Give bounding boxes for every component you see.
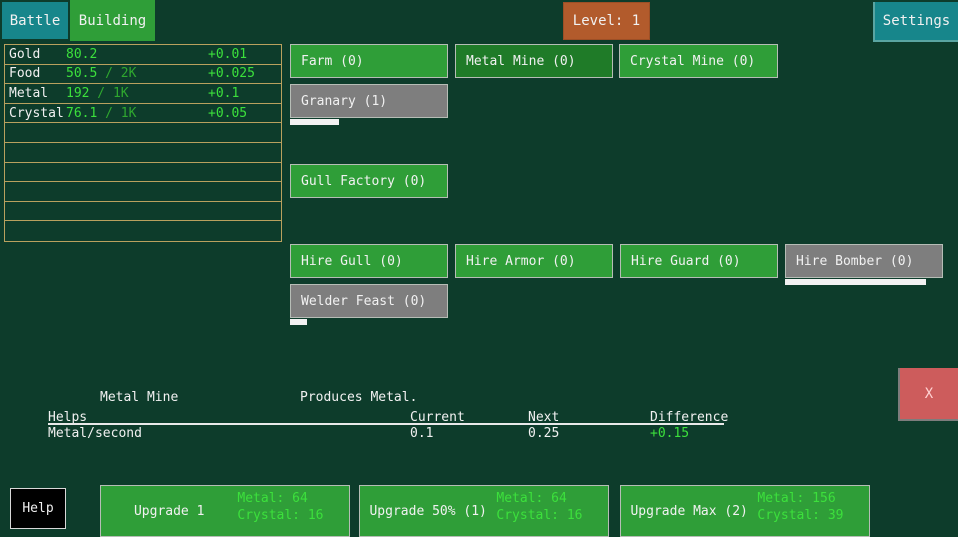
upgrade-1-crystal-cost: Crystal: 16: [237, 507, 349, 524]
tab-battle-label: Battle: [10, 13, 61, 29]
upgrade-50pct-label: Upgrade 50% (1): [360, 486, 496, 536]
granary-progress-fill: [290, 119, 339, 125]
crystal-mine-button-label: Crystal Mine (0): [630, 54, 755, 69]
resource-row-empty: [5, 221, 281, 241]
upgrade-1-label: Upgrade 1: [101, 486, 237, 536]
resource-name: Crystal: [9, 106, 64, 121]
resource-row-crystal: Crystal 76.1 / 1K +0.05: [5, 104, 281, 124]
tab-building-label: Building: [79, 13, 146, 29]
welder-feast-progress-fill: [290, 319, 307, 325]
close-icon: X: [925, 386, 933, 402]
hire-bomber-button-label: Hire Bomber (0): [796, 254, 913, 269]
crystal-mine-button[interactable]: Crystal Mine (0): [619, 44, 778, 78]
settings-label: Settings: [883, 13, 950, 29]
info-stat-next: 0.25: [528, 426, 559, 441]
resource-amount: 80.2: [66, 47, 97, 62]
hire-armor-button-label: Hire Armor (0): [466, 254, 576, 269]
upgrade-max-button[interactable]: Upgrade Max (2) Metal: 156 Crystal: 39: [620, 485, 870, 537]
resource-row-empty: [5, 163, 281, 183]
resource-cap: / 1K: [89, 86, 128, 101]
info-stat-current: 0.1: [410, 426, 433, 441]
resource-rate: +0.1: [208, 86, 239, 101]
hire-bomber-button[interactable]: Hire Bomber (0): [785, 244, 943, 278]
hire-armor-button[interactable]: Hire Armor (0): [455, 244, 613, 278]
welder-feast-button[interactable]: Welder Feast (0): [290, 284, 448, 318]
upgrade-50pct-crystal-cost: Crystal: 16: [496, 507, 608, 524]
help-button[interactable]: Help: [10, 488, 66, 529]
resource-row-empty: [5, 202, 281, 222]
hire-guard-button-label: Hire Guard (0): [631, 254, 741, 269]
resource-table: Gold 80.2 +0.01 Food 50.5 / 2K +0.025 Me…: [4, 44, 282, 242]
resource-rate: +0.01: [208, 47, 247, 62]
info-panel-title: Metal Mine: [100, 390, 178, 405]
resource-name: Gold: [9, 47, 40, 62]
hire-bomber-progress-bar: [785, 279, 943, 285]
game-screen: Battle Building Level: 1 Settings Gold 8…: [0, 0, 958, 537]
resource-rate: +0.05: [208, 106, 247, 121]
granary-button[interactable]: Granary (1): [290, 84, 448, 118]
upgrade-50pct-button[interactable]: Upgrade 50% (1) Metal: 64 Crystal: 16: [359, 485, 609, 537]
tab-building[interactable]: Building: [70, 0, 155, 41]
settings-button[interactable]: Settings: [873, 2, 958, 42]
level-indicator[interactable]: Level: 1: [563, 2, 650, 40]
hire-gull-button[interactable]: Hire Gull (0): [290, 244, 448, 278]
upgrade-max-metal-cost: Metal: 156: [757, 490, 869, 507]
resource-name: Metal: [9, 86, 48, 101]
resource-row-empty: [5, 182, 281, 202]
resource-amount: 50.5: [66, 66, 97, 81]
upgrade-50pct-metal-cost: Metal: 64: [496, 490, 608, 507]
tab-battle[interactable]: Battle: [2, 2, 68, 39]
metal-mine-button-label: Metal Mine (0): [466, 54, 576, 69]
gull-factory-button-label: Gull Factory (0): [301, 174, 426, 189]
info-table-divider: [48, 423, 724, 425]
upgrade-max-label: Upgrade Max (2): [621, 486, 757, 536]
close-info-button[interactable]: X: [898, 368, 958, 421]
upgrade-1-metal-cost: Metal: 64: [237, 490, 349, 507]
farm-button[interactable]: Farm (0): [290, 44, 448, 78]
hire-guard-button[interactable]: Hire Guard (0): [620, 244, 778, 278]
resource-cap: / 2K: [97, 66, 136, 81]
resource-row-metal: Metal 192 / 1K +0.1: [5, 84, 281, 104]
info-panel-description: Produces Metal.: [300, 390, 417, 405]
resource-row-food: Food 50.5 / 2K +0.025: [5, 65, 281, 85]
gull-factory-button[interactable]: Gull Factory (0): [290, 164, 448, 198]
resource-row-gold: Gold 80.2 +0.01: [5, 45, 281, 65]
help-button-label: Help: [22, 501, 53, 516]
info-stat-name: Metal/second: [48, 426, 142, 441]
resource-row-empty: [5, 143, 281, 163]
info-stat-difference: +0.15: [650, 426, 689, 441]
resource-name: Food: [9, 66, 40, 81]
upgrade-max-crystal-cost: Crystal: 39: [757, 507, 869, 524]
resource-cap: / 1K: [97, 106, 136, 121]
resource-row-empty: [5, 123, 281, 143]
resource-amount: 76.1: [66, 106, 97, 121]
granary-progress-bar: [290, 119, 448, 125]
farm-button-label: Farm (0): [301, 54, 364, 69]
resource-rate: +0.025: [208, 66, 255, 81]
metal-mine-button[interactable]: Metal Mine (0): [455, 44, 613, 78]
resource-amount: 192: [66, 86, 89, 101]
level-label: Level: 1: [573, 13, 640, 29]
welder-feast-progress-bar: [290, 319, 448, 325]
upgrade-1-button[interactable]: Upgrade 1 Metal: 64 Crystal: 16: [100, 485, 350, 537]
hire-bomber-progress-fill: [785, 279, 926, 285]
hire-gull-button-label: Hire Gull (0): [301, 254, 403, 269]
granary-button-label: Granary (1): [301, 94, 387, 109]
welder-feast-button-label: Welder Feast (0): [301, 294, 426, 309]
